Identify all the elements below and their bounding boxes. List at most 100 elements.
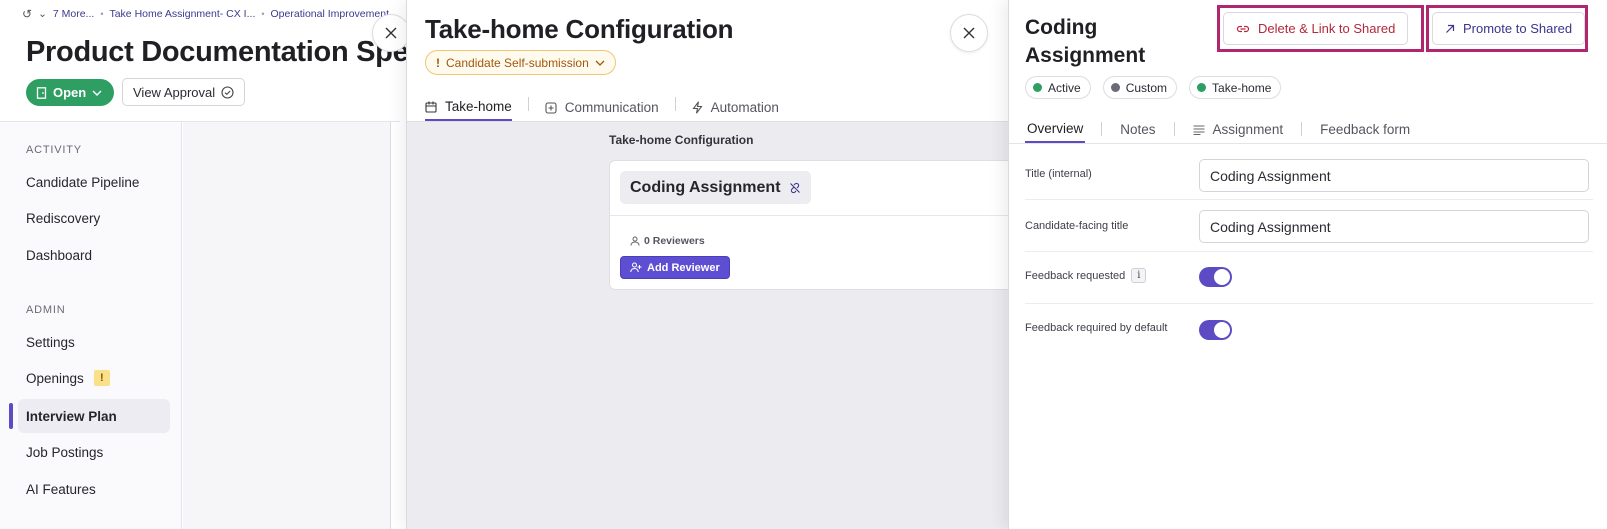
sidebar-item-label: Interview Plan	[26, 408, 117, 424]
info-icon[interactable]: i	[1131, 268, 1147, 283]
sidebar-item-label: Settings	[26, 334, 75, 350]
sidebar-item-candidate-pipeline[interactable]: Candidate Pipeline	[18, 165, 170, 199]
tab-assignment[interactable]: Assignment	[1191, 112, 1286, 143]
alert-icon: !	[436, 55, 440, 70]
sidebar-item-openings[interactable]: Openings!	[18, 361, 170, 395]
toggle-knob	[1214, 269, 1230, 285]
status-badge-take-home: Take-home	[1189, 76, 1282, 99]
status-label: Custom	[1125, 80, 1168, 95]
field-label: Feedback requested	[1025, 269, 1126, 282]
submission-type-dropdown[interactable]: ! Candidate Self-submission	[425, 50, 616, 75]
door-icon	[36, 86, 47, 99]
breadcrumb-item[interactable]: Take Home Assignment- CX I...	[109, 8, 255, 20]
title-internal-input[interactable]: Coding Assignment	[1199, 159, 1589, 192]
field-label-wrap: Feedback requested i	[1025, 268, 1147, 283]
candidate-title-input[interactable]: Coding Assignment	[1199, 210, 1589, 243]
breadcrumb: ↺ ⌄ 7 More... • Take Home Assignment- CX…	[22, 7, 389, 21]
status-label: Take-home	[1212, 80, 1272, 95]
close-assignment-button[interactable]	[950, 14, 988, 52]
tab-separator	[527, 97, 529, 111]
tab-take-home[interactable]: Take-home	[425, 88, 512, 121]
link-icon	[1236, 25, 1250, 32]
status-badge-active: Active	[1025, 76, 1091, 99]
assignment-name: Coding Assignment	[630, 178, 781, 196]
breadcrumb-item[interactable]: Operational Improvement	[271, 8, 389, 20]
assignment-chip[interactable]: Coding Assignment	[620, 171, 811, 204]
field-row-candidate-title: Candidate-facing title Coding Assignment	[1025, 200, 1593, 252]
sidebar-item-ai-features[interactable]: AI Features	[18, 472, 170, 506]
close-takehome-button[interactable]	[372, 14, 410, 52]
divider	[390, 122, 391, 529]
feedback-requested-toggle[interactable]	[1199, 267, 1232, 287]
panel-title: Take-home Configuration	[425, 14, 734, 44]
list-icon	[1193, 125, 1205, 135]
breadcrumb-more[interactable]: 7 More...	[53, 8, 94, 20]
sidebar-item-dashboard[interactable]: Dashboard	[18, 238, 170, 272]
sidebar-item-label: Openings	[26, 370, 84, 386]
promote-shared-button[interactable]: Promote to Shared	[1432, 12, 1586, 45]
reviewers-count: 0 Reviewers	[630, 235, 705, 247]
add-person-icon	[630, 262, 642, 273]
sidebar: ACTIVITY Candidate Pipeline Rediscovery …	[0, 122, 182, 529]
main-content	[183, 122, 390, 529]
section-header-activity: ACTIVITY	[26, 144, 82, 156]
unlink-icon	[789, 182, 800, 193]
bolt-icon	[691, 101, 703, 114]
add-reviewer-label: Add Reviewer	[647, 261, 720, 274]
assignment-panel: Coding Assignment Delete & Link to Share…	[1008, 0, 1607, 529]
status-dot	[1197, 83, 1207, 92]
status-label: Active	[1048, 80, 1081, 95]
sidebar-item-job-postings[interactable]: Job Postings	[18, 435, 170, 469]
field-row-title-internal: Title (internal) Coding Assignment	[1025, 152, 1593, 200]
tab-automation[interactable]: Automation	[691, 88, 779, 121]
status-dropdown-button[interactable]: Open	[26, 79, 115, 106]
tab-label: Assignment	[1212, 122, 1284, 137]
tab-overview[interactable]: Overview	[1025, 112, 1086, 143]
status-dot	[1110, 83, 1120, 92]
history-icon[interactable]: ↺	[22, 7, 32, 21]
warning-badge: !	[93, 370, 110, 386]
add-reviewer-button[interactable]: Add Reviewer	[620, 256, 730, 279]
tab-separator	[674, 97, 676, 111]
tab-label: Take-home	[445, 99, 512, 114]
close-icon	[385, 27, 397, 39]
status-pills: Active Custom Take-home	[1025, 76, 1282, 99]
divider	[1009, 143, 1607, 144]
tab-label: Automation	[710, 100, 779, 115]
arrow-up-right-icon	[1446, 24, 1455, 33]
takehome-tabs: Take-home Communication Automation	[425, 88, 779, 121]
delete-link-label: Delete & Link to Shared	[1258, 21, 1396, 36]
tab-notes[interactable]: Notes	[1118, 112, 1157, 143]
active-indicator	[9, 403, 13, 429]
divider	[610, 215, 1028, 216]
check-circle-icon	[221, 85, 234, 99]
promote-label: Promote to Shared	[1463, 21, 1573, 36]
plus-square-icon	[545, 101, 557, 114]
sidebar-item-label: Dashboard	[26, 247, 93, 263]
section-header-admin: ADMIN	[26, 304, 66, 316]
tab-communication[interactable]: Communication	[545, 88, 659, 121]
sidebar-item-rediscovery[interactable]: Rediscovery	[18, 201, 170, 235]
field-row-feedback-requested: Feedback requested i	[1025, 252, 1593, 304]
sidebar-item-label: Candidate Pipeline	[26, 174, 140, 190]
delete-link-shared-button[interactable]: Delete & Link to Shared	[1223, 12, 1409, 45]
assignment-title: Coding Assignment	[1025, 16, 1146, 67]
reviewers-label: 0 Reviewers	[644, 235, 705, 247]
view-approval-button[interactable]: View Approval	[122, 78, 246, 106]
tab-label: Overview	[1027, 121, 1084, 136]
sidebar-item-label: Rediscovery	[26, 210, 101, 226]
status-label: Open	[53, 85, 87, 100]
field-label: Feedback required by default	[1025, 322, 1168, 334]
sidebar-item-interview-plan[interactable]: Interview Plan	[18, 399, 170, 433]
tab-feedback-form[interactable]: Feedback form	[1318, 112, 1412, 143]
chevron-down-icon	[92, 90, 102, 96]
sidebar-item-settings[interactable]: Settings	[18, 325, 170, 359]
tab-label: Feedback form	[1320, 122, 1411, 137]
field-label: Candidate-facing title	[1025, 220, 1129, 232]
sidebar-item-label: Job Postings	[26, 444, 104, 460]
tab-separator	[1101, 122, 1103, 136]
status-dot	[1033, 83, 1042, 92]
feedback-required-toggle[interactable]	[1199, 320, 1232, 340]
assignment-tabs: Overview Notes Assignment Feedback form	[1025, 112, 1412, 143]
chevron-down-icon[interactable]: ⌄	[38, 8, 47, 20]
